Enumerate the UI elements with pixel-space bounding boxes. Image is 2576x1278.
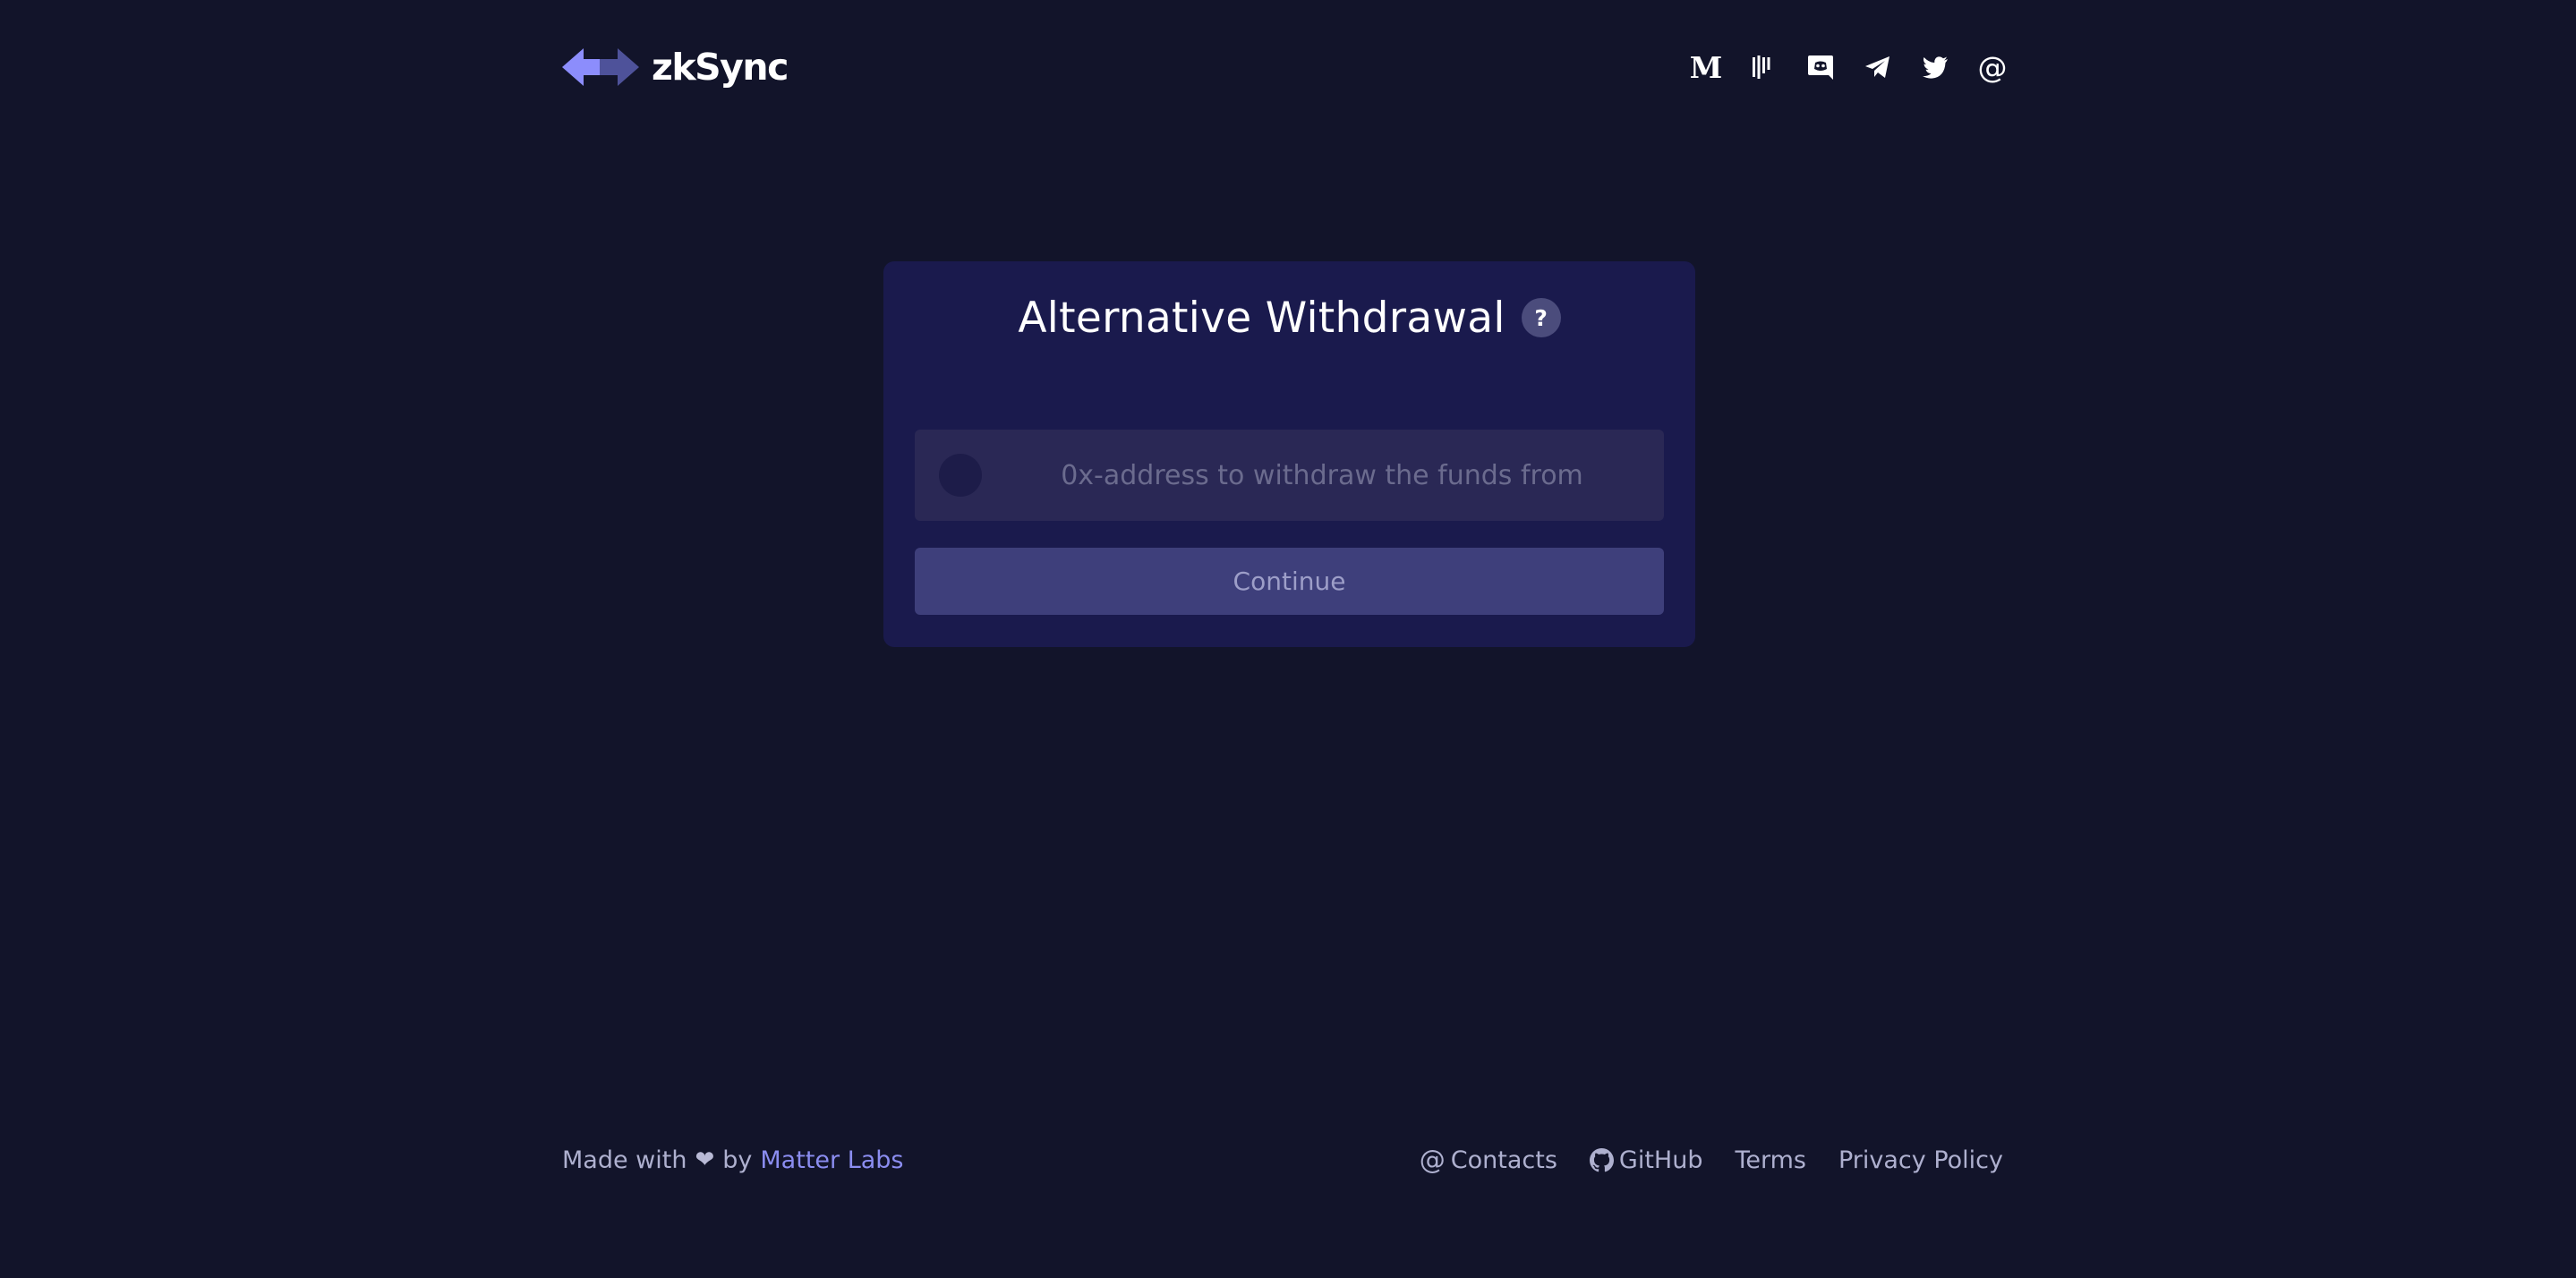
footer: Made with ❤ by Matter Labs @ Contacts Gi… bbox=[562, 1142, 2003, 1178]
footer-links: @ Contacts GitHub Terms Privacy Policy bbox=[1420, 1146, 2003, 1174]
alternative-withdrawal-card: Alternative Withdrawal ? Continue bbox=[883, 261, 1695, 647]
medium-icon[interactable]: M bbox=[1690, 51, 1723, 83]
github-label: GitHub bbox=[1618, 1146, 1703, 1174]
twitter-icon[interactable] bbox=[1919, 51, 1951, 83]
address-field[interactable] bbox=[915, 430, 1664, 521]
contacts-label: Contacts bbox=[1450, 1146, 1557, 1174]
email-icon[interactable]: @ bbox=[1976, 51, 2009, 83]
by-text: by bbox=[722, 1146, 753, 1174]
logo-text: zkSync bbox=[652, 46, 789, 89]
made-with-text: Made with bbox=[562, 1146, 687, 1174]
page-title: Alternative Withdrawal bbox=[1018, 293, 1506, 343]
card-header: Alternative Withdrawal ? bbox=[883, 292, 1695, 344]
header: zkSync M @ bbox=[562, 41, 2009, 93]
address-avatar bbox=[939, 454, 982, 497]
zksync-logo[interactable]: zkSync bbox=[562, 45, 789, 89]
discord-icon[interactable] bbox=[1804, 51, 1837, 83]
zksync-arrows-icon bbox=[562, 48, 639, 86]
at-icon: @ bbox=[1419, 1144, 1446, 1175]
matter-labs-link[interactable]: Matter Labs bbox=[760, 1146, 903, 1174]
heart-icon: ❤ bbox=[695, 1146, 715, 1173]
privacy-policy-link[interactable]: Privacy Policy bbox=[1838, 1146, 2003, 1174]
address-input[interactable] bbox=[995, 430, 1649, 521]
gitcoin-icon[interactable] bbox=[1747, 51, 1779, 83]
made-with: Made with ❤ by Matter Labs bbox=[562, 1146, 904, 1174]
continue-button[interactable]: Continue bbox=[915, 548, 1664, 615]
social-links: M @ bbox=[1690, 51, 2009, 83]
contacts-link[interactable]: @ Contacts bbox=[1420, 1146, 1557, 1174]
github-link[interactable]: GitHub bbox=[1589, 1146, 1703, 1174]
help-icon[interactable]: ? bbox=[1521, 298, 1561, 337]
terms-link[interactable]: Terms bbox=[1735, 1146, 1806, 1174]
telegram-icon[interactable] bbox=[1862, 51, 1894, 83]
github-icon bbox=[1589, 1147, 1614, 1172]
